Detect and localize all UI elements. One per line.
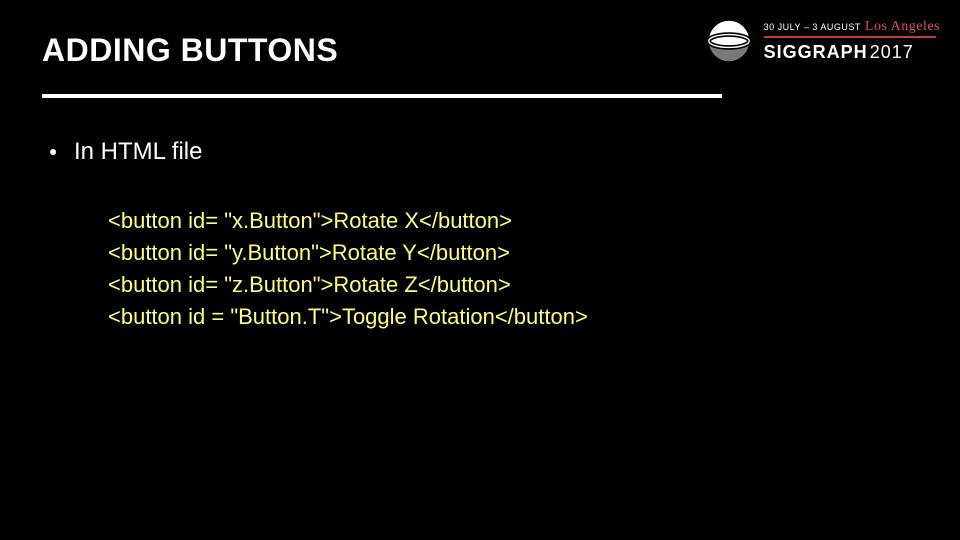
conference-branding: 30 JULY – 3 AUGUST Los Angeles SIGGRAPH …	[706, 18, 940, 64]
code-line: <button id= "y.Button">Rotate Y</button>	[108, 237, 588, 269]
slide-title: ADDING BUTTONS	[42, 32, 338, 69]
brand-block: 30 JULY – 3 AUGUST Los Angeles SIGGRAPH …	[764, 20, 940, 63]
conference-city: Los Angeles	[865, 20, 940, 34]
brand-name: SIGGRAPH	[764, 42, 868, 63]
conference-dates: 30 JULY – 3 AUGUST Los Angeles	[764, 20, 940, 34]
title-underline	[42, 94, 722, 98]
code-line: <button id= "z.Button">Rotate Z</button>	[108, 269, 588, 301]
bullet-text: In HTML file	[74, 138, 202, 166]
code-block: <button id= "x.Button">Rotate X</button>…	[108, 205, 588, 333]
red-divider	[764, 36, 936, 38]
code-line: <button id = "Button.T">Toggle Rotation<…	[108, 301, 588, 333]
date-text: 30 JULY – 3 AUGUST	[764, 22, 861, 32]
brand-line: SIGGRAPH 2017	[764, 42, 914, 63]
brand-year: 2017	[870, 42, 914, 63]
slide: ADDING BUTTONS In HTML file <button id= …	[0, 0, 960, 540]
siggraph-globe-icon	[706, 18, 752, 64]
bullet-item: In HTML file	[50, 138, 202, 166]
bullet-dot-icon	[50, 149, 56, 155]
code-line: <button id= "x.Button">Rotate X</button>	[108, 205, 588, 237]
